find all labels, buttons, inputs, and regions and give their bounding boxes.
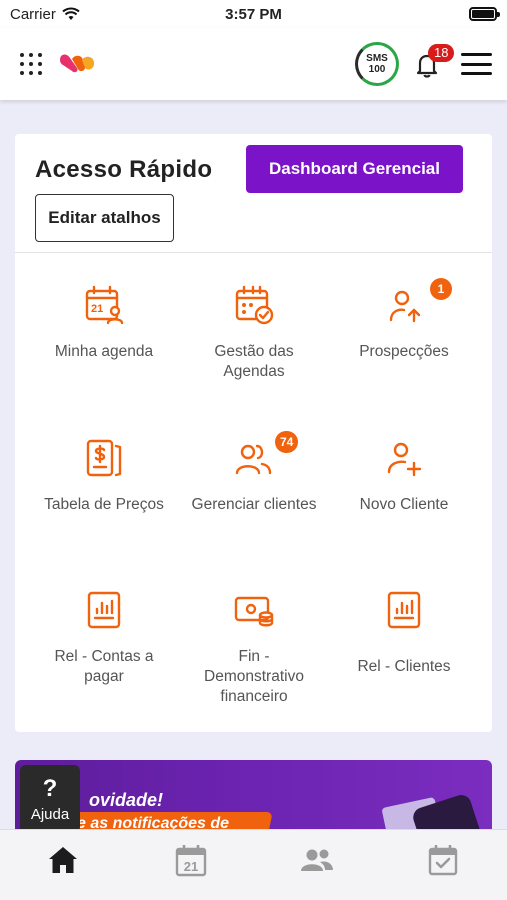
tab-clientes[interactable]: [292, 840, 342, 880]
calendar-check-icon: [235, 285, 274, 325]
notification-badge: 18: [428, 44, 455, 62]
help-button[interactable]: ? Ajuda: [20, 765, 80, 841]
carrier-label: Carrier: [10, 5, 56, 23]
carrier-info: Carrier: [10, 6, 80, 23]
shortcut-label: Novo Cliente: [359, 496, 449, 513]
wifi-icon: [62, 7, 80, 20]
dashboard-button[interactable]: Dashboard Gerencial: [246, 145, 463, 193]
user-plus-icon: [387, 442, 422, 477]
menu-line: [461, 72, 492, 75]
shortcut-label: Rel - Contas a pagar: [54, 648, 154, 685]
apps-grid-button[interactable]: [20, 53, 42, 75]
report-icon: [87, 591, 121, 629]
tab-home[interactable]: [38, 840, 88, 880]
money-icon: [234, 596, 274, 627]
divider: [15, 252, 492, 253]
bottom-tab-bar: 21: [0, 829, 507, 900]
shortcut-label: Gestão das Agendas: [214, 343, 294, 380]
home-icon: [49, 847, 77, 873]
calendar-check-icon: [428, 845, 458, 876]
shortcut-gestao-agendas[interactable]: Gestão das Agendas: [179, 284, 329, 382]
app-logo: [60, 54, 95, 73]
shortcut-gerenciar-clientes[interactable]: 74 Gerenciar clientes: [179, 431, 329, 515]
shortcut-prospeccoes[interactable]: 1 Prospecções: [329, 278, 479, 362]
calendar-day: 21: [184, 859, 198, 874]
menu-line: [461, 53, 492, 56]
help-question-icon: ?: [42, 774, 58, 802]
report-icon: [387, 591, 421, 629]
status-bar: Carrier 3:57 PM: [0, 0, 507, 28]
sms-count: 100: [368, 64, 386, 75]
shortcut-label: Prospecções: [359, 343, 449, 360]
quick-access-card: Acesso Rápido Dashboard Gerencial Editar…: [15, 134, 492, 732]
price-table-icon: [86, 439, 122, 477]
calendar-user-icon: 21: [85, 285, 124, 325]
svg-text:21: 21: [91, 303, 103, 315]
shortcut-label: Rel - Clientes: [357, 658, 451, 675]
shortcut-rel-clientes[interactable]: Rel - Clientes: [329, 589, 479, 677]
users-icon: [301, 849, 333, 871]
battery-icon: [469, 7, 500, 21]
edit-shortcuts-button[interactable]: Editar atalhos: [35, 194, 174, 242]
shortcut-label: Fin - Demonstrativo financeiro: [204, 648, 304, 705]
banner-headline: ovidade!: [89, 790, 164, 810]
tab-agenda[interactable]: 21: [166, 840, 216, 880]
menu-button[interactable]: [461, 53, 492, 75]
shortcut-label: Minha agenda: [54, 343, 154, 360]
calendar-icon: 21: [175, 845, 207, 877]
quick-access-title: Acesso Rápido: [35, 156, 213, 183]
user-arrow-up-icon: [389, 290, 421, 323]
menu-line: [461, 62, 492, 66]
clientes-badge: 74: [275, 431, 299, 453]
sms-balance-indicator[interactable]: SMS 100: [355, 42, 399, 86]
shortcut-label: Tabela de Preços: [44, 496, 164, 513]
sms-label: SMS: [366, 53, 388, 64]
shortcut-fin-demonstrativo[interactable]: Fin - Demonstrativo financeiro: [179, 589, 329, 707]
prospeccoes-badge: 1: [430, 278, 452, 300]
app-header: SMS 100 18: [0, 28, 507, 100]
shortcut-rel-contas-pagar[interactable]: Rel - Contas a pagar: [29, 589, 179, 687]
shortcut-minha-agenda[interactable]: 21 Minha agenda: [29, 284, 179, 362]
shortcut-novo-cliente[interactable]: Novo Cliente: [329, 437, 479, 515]
shortcut-label: Gerenciar clientes: [191, 496, 317, 513]
users-icon: [235, 444, 272, 475]
shortcut-tabela-precos[interactable]: Tabela de Preços: [29, 437, 179, 515]
help-label: Ajuda: [30, 805, 70, 823]
tab-tarefas[interactable]: [418, 840, 468, 880]
